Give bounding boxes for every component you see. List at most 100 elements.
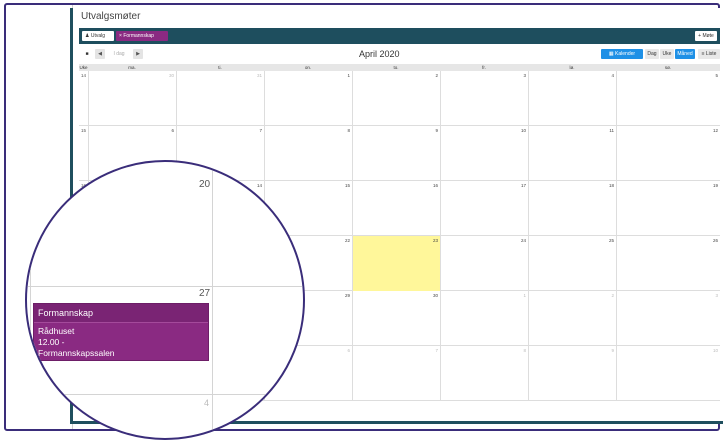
day-number: 16 bbox=[432, 183, 438, 188]
maned-view-button[interactable]: Måned bbox=[675, 49, 695, 59]
day-number: 9 bbox=[435, 128, 438, 133]
event-location: Rådhuset bbox=[38, 326, 75, 336]
dag-view-button[interactable]: Dag bbox=[645, 49, 659, 59]
weekday-header-cell: on. bbox=[304, 65, 312, 70]
day-cell[interactable]: 11 bbox=[528, 126, 616, 181]
calendar-toolbar: ■ ◀ I dag ▶ April 2020 ▦ Kalender Dag Uk… bbox=[79, 48, 720, 62]
day-number: 10 bbox=[520, 128, 526, 133]
day-cell[interactable]: 1 bbox=[264, 71, 352, 126]
liste-view-button[interactable]: ≡ Liste bbox=[698, 49, 720, 59]
weekday-header: Uke ma. ti. on. to. fr. lø. sø. bbox=[79, 64, 720, 71]
day-number: 12 bbox=[712, 128, 718, 133]
day-cell[interactable]: 9 bbox=[528, 346, 616, 401]
day-number: 15 bbox=[344, 183, 350, 188]
day-number: 9 bbox=[611, 348, 614, 353]
day-number: 26 bbox=[712, 238, 718, 243]
week-number: 14 bbox=[81, 73, 87, 78]
event-time: 12.00 - bbox=[38, 337, 65, 347]
day-cell[interactable]: 3 bbox=[440, 71, 528, 126]
day-cell[interactable]: 30 bbox=[88, 71, 176, 126]
weekday-header-cell: sø. bbox=[664, 65, 672, 70]
day-number: 6 bbox=[347, 348, 350, 353]
weekday-header-cell: ma. bbox=[128, 65, 136, 70]
day-number: 2 bbox=[611, 293, 614, 298]
day-cell[interactable]: 10 bbox=[440, 126, 528, 181]
weekday-header-cell: fr. bbox=[482, 65, 486, 70]
day-cell[interactable]: 26 bbox=[616, 236, 720, 291]
day-number: 24 bbox=[520, 238, 526, 243]
formannskap-filter-button[interactable]: × Formannskap bbox=[116, 31, 168, 41]
day-number: 7 bbox=[259, 128, 262, 133]
prev-button[interactable]: ◀ bbox=[95, 49, 105, 59]
weekday-header-cell: ti. bbox=[218, 65, 222, 70]
day-number: 8 bbox=[523, 348, 526, 353]
day-cell[interactable]: 24 bbox=[440, 236, 528, 291]
day-cell[interactable]: 8 bbox=[440, 346, 528, 401]
event-title: Formannskap bbox=[34, 304, 208, 323]
day-cell[interactable]: 30 bbox=[352, 291, 440, 346]
week-number: 15 bbox=[81, 128, 87, 133]
utvalg-button[interactable]: ♟ Utvalg bbox=[82, 31, 114, 41]
day-cell[interactable]: 7 bbox=[352, 346, 440, 401]
close-icon: × bbox=[119, 33, 122, 39]
day-number: 25 bbox=[608, 238, 614, 243]
day-number: 18 bbox=[608, 183, 614, 188]
day-number: 4 bbox=[611, 73, 614, 78]
day-cell[interactable]: 2 bbox=[352, 71, 440, 126]
month-title: April 2020 bbox=[359, 49, 400, 59]
day-cell[interactable]: 2 bbox=[528, 291, 616, 346]
mag-day-20: 20 bbox=[199, 179, 211, 190]
users-icon: ♟ bbox=[85, 33, 90, 39]
weekday-header-cell: lø. bbox=[569, 65, 575, 70]
day-cell[interactable]: 17 bbox=[440, 181, 528, 236]
day-number: 2 bbox=[435, 73, 438, 78]
day-number: 11 bbox=[609, 128, 614, 133]
day-cell[interactable]: 5 bbox=[616, 71, 720, 126]
day-number: 30 bbox=[168, 73, 174, 78]
day-cell[interactable]: 12 bbox=[616, 126, 720, 181]
kalender-label: Kalender bbox=[615, 51, 636, 57]
day-cell[interactable]: 3 bbox=[616, 291, 720, 346]
day-number: 17 bbox=[520, 183, 526, 188]
day-cell[interactable]: 1 bbox=[440, 291, 528, 346]
kalender-view-button[interactable]: ▦ Kalender bbox=[601, 49, 643, 59]
day-cell[interactable]: 23 bbox=[352, 236, 440, 291]
day-cell[interactable]: 25 bbox=[528, 236, 616, 291]
formannskap-label: Formannskap bbox=[123, 33, 154, 39]
liste-label: Liste bbox=[705, 51, 717, 57]
day-number: 31 bbox=[256, 73, 262, 78]
mag-day-4: 4 bbox=[204, 398, 210, 408]
day-cell[interactable]: 31 bbox=[176, 71, 264, 126]
day-cell[interactable]: 18 bbox=[528, 181, 616, 236]
day-number: 3 bbox=[715, 293, 718, 298]
day-number: 3 bbox=[523, 73, 526, 78]
day-number: 1 bbox=[523, 293, 526, 298]
day-cell[interactable]: 9 bbox=[352, 126, 440, 181]
new-meeting-button[interactable]: + Møte bbox=[695, 31, 717, 41]
event-room: Formannskapssalen bbox=[38, 348, 115, 358]
day-cell[interactable]: 4 bbox=[528, 71, 616, 126]
calendar-icon: ▦ bbox=[608, 51, 614, 57]
uke-view-button[interactable]: Uke bbox=[660, 49, 674, 59]
day-cell[interactable]: 16 bbox=[352, 181, 440, 236]
day-cell[interactable]: 19 bbox=[616, 181, 720, 236]
mag-day-27: 27 bbox=[199, 288, 211, 299]
next-button[interactable]: ▶ bbox=[133, 49, 143, 59]
top-bar: ♟ Utvalg × Formannskap + Møte bbox=[79, 28, 720, 44]
day-number: 5 bbox=[715, 73, 718, 78]
day-number: 30 bbox=[432, 293, 438, 298]
day-number: 22 bbox=[344, 238, 350, 243]
today-button[interactable]: I dag bbox=[108, 49, 130, 59]
day-number: 10 bbox=[712, 348, 718, 353]
day-number: 7 bbox=[435, 348, 438, 353]
grid-icon[interactable]: ■ bbox=[82, 49, 92, 59]
day-number: 29 bbox=[344, 293, 350, 298]
day-number: 23 bbox=[432, 238, 438, 243]
day-number: 6 bbox=[171, 128, 174, 133]
app-title: Utvalgsmøter bbox=[81, 11, 141, 22]
event-formannskap[interactable]: Formannskap Rådhuset 12.00 - Formannskap… bbox=[33, 303, 209, 361]
day-number: 19 bbox=[712, 183, 718, 188]
day-cell[interactable]: 10 bbox=[616, 346, 720, 401]
day-number: 8 bbox=[347, 128, 350, 133]
list-icon: ≡ bbox=[701, 51, 705, 57]
